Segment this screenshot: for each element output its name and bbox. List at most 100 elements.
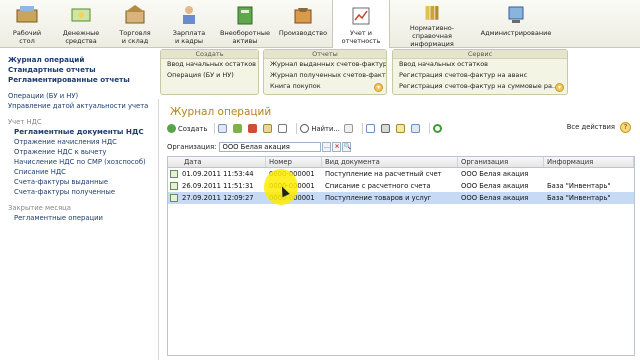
nav-link-routine-operations[interactable]: Регламентные операции bbox=[8, 213, 158, 223]
copy-icon bbox=[218, 124, 228, 133]
nav-link-actuality-date[interactable]: Управление датой актуальности учета bbox=[8, 101, 158, 111]
section-label: Производство bbox=[278, 29, 328, 37]
panel-reports-item[interactable]: Журнал полученных счетов-фактур bbox=[264, 70, 386, 81]
create-button-label: Создать bbox=[178, 124, 208, 133]
section-desktop[interactable]: Рабочий стол bbox=[0, 0, 54, 48]
column-header-info[interactable]: Информация bbox=[544, 157, 634, 167]
table-row-selected[interactable]: 27.09.2011 12:09:27 0000-000001 Поступле… bbox=[168, 192, 634, 204]
create-button[interactable]: Создать bbox=[167, 123, 207, 135]
cell-date: 01.09.2011 11:53:44 bbox=[168, 168, 266, 180]
nav-link-invoices-issued[interactable]: Счета-фактуры выданные bbox=[8, 177, 158, 187]
post-icon bbox=[263, 124, 273, 133]
cell-date-text: 26.09.2011 11:51:31 bbox=[182, 182, 254, 190]
journal-form: Журнал операций Создать Найти... Все дей… bbox=[158, 99, 640, 360]
cell-date: 27.09.2011 12:09:27 bbox=[168, 192, 266, 204]
cancel-search-button[interactable] bbox=[343, 123, 355, 135]
panel-service-item[interactable]: Ввод начальных остатков bbox=[393, 59, 567, 70]
production-icon bbox=[294, 8, 312, 24]
section-assets[interactable]: Внеоборотные активы bbox=[216, 0, 274, 48]
nav-link-vat-accrual[interactable]: Отражение начисления НДС bbox=[8, 137, 158, 147]
panel-create-item[interactable]: Ввод начальных остатков bbox=[161, 59, 258, 70]
table-row[interactable]: 01.09.2011 11:53:44 0000-000001 Поступле… bbox=[168, 168, 634, 180]
section-salary[interactable]: Зарплата и кадры bbox=[162, 0, 216, 48]
list-button[interactable] bbox=[410, 123, 422, 135]
nav-link-vat-docs[interactable]: Регламентные документы НДС bbox=[8, 127, 158, 137]
panel-service-title: Сервис bbox=[393, 50, 567, 59]
panel-create-title: Создать bbox=[161, 50, 258, 59]
list-icon bbox=[410, 124, 420, 133]
organization-filter: Организация: ООО Белая акация … × 🔍 bbox=[167, 141, 352, 152]
panel-create-item[interactable]: Операция (БУ и НУ) bbox=[161, 70, 258, 81]
warehouse-icon bbox=[125, 5, 145, 24]
panel-service-item[interactable]: Регистрация счетов-фактур на аванс bbox=[393, 70, 567, 81]
document-icon bbox=[170, 170, 178, 178]
nav-link-regulated-reports[interactable]: Регламентированные отчеты bbox=[8, 75, 158, 85]
section-money[interactable]: Денежные средства bbox=[54, 0, 108, 48]
open-icon[interactable]: 🔍 bbox=[342, 141, 352, 152]
clear-icon[interactable]: × bbox=[332, 141, 342, 152]
panel-reports-item[interactable]: Книга покупок bbox=[264, 81, 386, 92]
organization-field[interactable]: ООО Белая акация bbox=[219, 141, 322, 152]
cell-organization: ООО Белая акация bbox=[461, 194, 529, 202]
panel-reports-item[interactable]: Журнал выданных счетов-фактур bbox=[264, 59, 386, 70]
report-button[interactable] bbox=[395, 123, 407, 135]
table-row[interactable]: 26.09.2011 11:51:31 0000-000001 Списание… bbox=[168, 180, 634, 192]
panel-service-item[interactable]: Регистрация счетов-фактур на суммовые ра… bbox=[393, 81, 567, 92]
delete-icon bbox=[248, 124, 258, 133]
cell-info: База "Инвентарь" bbox=[547, 182, 611, 190]
nav-group-month-close: Закрытие месяца bbox=[8, 204, 71, 212]
find-button[interactable]: Найти... bbox=[300, 123, 340, 135]
reference-icon bbox=[425, 6, 439, 20]
section-label: Администрирование bbox=[480, 29, 552, 37]
nav-link-standard-reports[interactable]: Стандартные отчеты bbox=[8, 65, 158, 75]
section-admin[interactable]: Администрирование bbox=[474, 0, 558, 48]
refresh-button[interactable] bbox=[432, 123, 444, 135]
edit-button[interactable] bbox=[233, 123, 244, 135]
nav-link-vat-construction[interactable]: Начисление НДС по СМР (хозспособ) bbox=[8, 157, 158, 167]
print-button[interactable] bbox=[380, 123, 392, 135]
search-icon bbox=[300, 124, 310, 133]
nav-link-operations[interactable]: Операции (БУ и НУ) bbox=[8, 91, 158, 101]
report-icon bbox=[395, 124, 405, 133]
document-button[interactable] bbox=[365, 123, 377, 135]
nav-link-journal[interactable]: Журнал операций bbox=[8, 55, 158, 65]
table-header: Дата Номер Вид документа Организация Инф… bbox=[168, 157, 634, 168]
chevron-down-icon[interactable]: ▾ bbox=[555, 83, 564, 92]
salary-icon bbox=[183, 6, 195, 24]
all-actions-menu[interactable]: Все действия bbox=[567, 123, 615, 131]
column-header-doc-type[interactable]: Вид документа bbox=[322, 157, 458, 167]
operations-table: Дата Номер Вид документа Организация Инф… bbox=[167, 156, 635, 356]
page-title: Журнал операций bbox=[170, 106, 272, 118]
cell-info: База "Инвентарь" bbox=[547, 194, 611, 202]
cell-date: 26.09.2011 11:51:31 bbox=[168, 180, 266, 192]
delete-button[interactable] bbox=[248, 123, 259, 135]
section-accounting[interactable]: Учет и отчетность bbox=[332, 0, 390, 48]
structure-button[interactable] bbox=[278, 123, 289, 135]
find-button-label: Найти... bbox=[311, 124, 340, 133]
section-label: Учет и отчетность bbox=[341, 29, 381, 45]
post-button[interactable] bbox=[263, 123, 274, 135]
section-label: Денежные средства bbox=[62, 29, 100, 45]
add-icon bbox=[167, 124, 176, 133]
select-button[interactable]: … bbox=[322, 141, 332, 152]
column-header-date[interactable]: Дата bbox=[168, 157, 266, 167]
nav-link-invoices-received[interactable]: Счета-фактуры полученные bbox=[8, 187, 158, 197]
cell-doc-type: Поступление на расчетный счет bbox=[325, 170, 442, 178]
section-production[interactable]: Производство bbox=[274, 0, 332, 48]
copy-button[interactable] bbox=[218, 123, 229, 135]
print-icon bbox=[380, 124, 390, 133]
help-icon[interactable]: ? bbox=[620, 122, 631, 133]
nav-link-vat-deduction[interactable]: Отражение НДС к вычету bbox=[8, 147, 158, 157]
section-label: Внеоборотные активы bbox=[220, 29, 270, 45]
cell-doc-type: Списание с расчетного счета bbox=[325, 182, 431, 190]
panel-create: Создать Ввод начальных остатков Операция… bbox=[160, 49, 259, 95]
cell-organization: ООО Белая акация bbox=[461, 182, 529, 190]
column-header-organization[interactable]: Организация bbox=[458, 157, 544, 167]
section-label: Рабочий стол bbox=[12, 29, 42, 45]
section-reference[interactable]: Нормативно- справочная информация bbox=[390, 0, 474, 48]
section-label: Торговля и склад bbox=[119, 29, 151, 45]
column-header-number[interactable]: Номер bbox=[266, 157, 322, 167]
chevron-down-icon[interactable]: ▾ bbox=[374, 83, 383, 92]
nav-link-vat-writeoff[interactable]: Списание НДС bbox=[8, 167, 158, 177]
section-trade[interactable]: Торговля и склад bbox=[108, 0, 162, 48]
